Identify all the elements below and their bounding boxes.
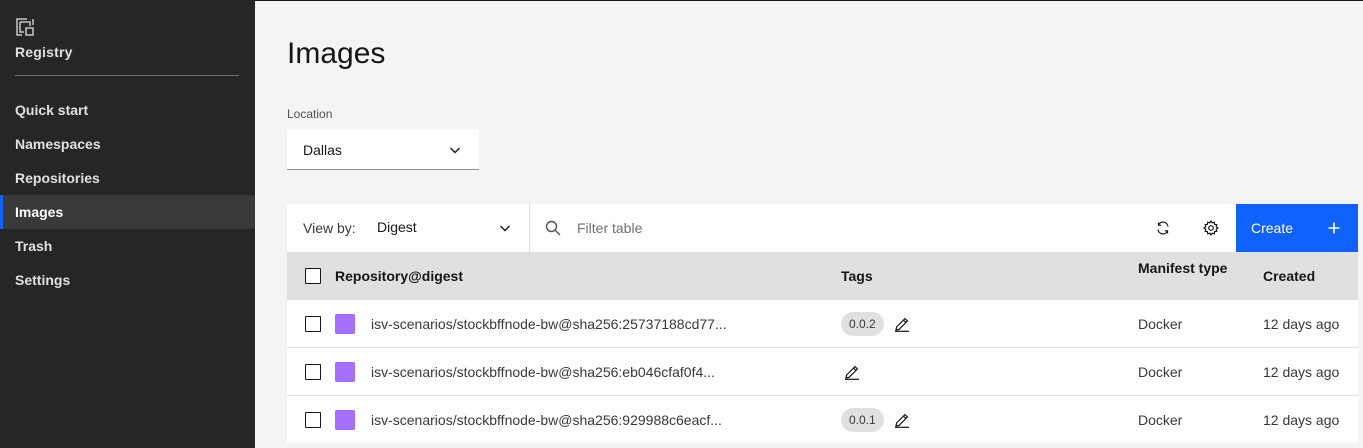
table-settings-button[interactable] <box>1187 204 1235 252</box>
search-icon <box>545 220 561 236</box>
sidebar-item-settings[interactable]: Settings <box>0 263 255 297</box>
manifest-type: Docker <box>1138 316 1183 332</box>
repository-digest[interactable]: isv-scenarios/stockbffnode-bw@sha256:929… <box>371 412 722 428</box>
view-by-value: Digest <box>377 219 417 235</box>
edit-icon[interactable] <box>844 364 860 380</box>
select-all-checkbox[interactable] <box>305 268 321 284</box>
images-table: Repository@digest Tags Manifest type Cre… <box>287 252 1358 443</box>
repository-icon <box>335 314 355 334</box>
plus-icon <box>1328 222 1340 234</box>
location-dropdown[interactable]: Dallas <box>287 129 479 170</box>
chevron-down-icon <box>500 225 510 232</box>
repository-digest[interactable]: isv-scenarios/stockbffnode-bw@sha256:257… <box>371 316 727 332</box>
column-header-tags[interactable]: Tags <box>841 268 873 284</box>
view-by-label: View by: <box>303 220 356 236</box>
repository-icon <box>335 410 355 430</box>
sidebar-item-trash[interactable]: Trash <box>0 229 255 263</box>
manifest-type: Docker <box>1138 412 1183 428</box>
gear-icon <box>1203 220 1219 236</box>
sidebar-item-namespaces[interactable]: Namespaces <box>0 127 255 161</box>
refresh-icon <box>1157 221 1169 235</box>
brand-label: Registry <box>15 44 73 60</box>
chevron-down-icon <box>450 147 460 154</box>
table-row[interactable]: isv-scenarios/stockbffnode-bw@sha256:929… <box>287 395 1358 443</box>
table-row[interactable]: isv-scenarios/stockbffnode-bw@sha256:257… <box>287 299 1358 347</box>
created-date: 12 days ago <box>1263 412 1340 428</box>
sidebar-item-repositories[interactable]: Repositories <box>0 161 255 195</box>
page-title: Images <box>287 37 386 70</box>
created-date: 12 days ago <box>1263 316 1340 332</box>
location-label: Location <box>287 107 333 121</box>
row-checkbox[interactable] <box>305 412 321 428</box>
toolbar-divider <box>529 204 530 252</box>
repository-icon <box>335 362 355 382</box>
row-checkbox[interactable] <box>305 364 321 380</box>
tag-badge: 0.0.2 <box>841 312 884 336</box>
filter-table-input[interactable] <box>569 212 1129 244</box>
row-checkbox[interactable] <box>305 316 321 332</box>
edit-icon[interactable] <box>894 316 910 332</box>
table-header: Repository@digest Tags Manifest type Cre… <box>287 252 1358 299</box>
manifest-type: Docker <box>1138 364 1183 380</box>
column-header-repository[interactable]: Repository@digest <box>335 268 463 284</box>
sidebar: Registry Quick start Namespaces Reposito… <box>0 0 255 448</box>
sidebar-item-quick-start[interactable]: Quick start <box>0 93 255 127</box>
divider <box>15 75 239 76</box>
repository-digest[interactable]: isv-scenarios/stockbffnode-bw@sha256:eb0… <box>371 364 715 380</box>
table-toolbar: View by: Digest Create <box>287 204 1358 252</box>
column-header-created[interactable]: Created <box>1263 268 1315 284</box>
table-row[interactable]: isv-scenarios/stockbffnode-bw@sha256:eb0… <box>287 347 1358 395</box>
location-value: Dallas <box>303 142 342 158</box>
column-header-manifest-type[interactable]: Manifest type <box>1138 261 1228 275</box>
sidebar-nav: Quick start Namespaces Repositories Imag… <box>0 93 255 297</box>
main-content: Images Location Dallas View by: Digest C… <box>255 0 1363 448</box>
create-button-label: Create <box>1251 220 1294 236</box>
view-by-dropdown[interactable]: Digest <box>367 204 529 252</box>
create-button[interactable]: Create <box>1236 204 1358 252</box>
sidebar-item-images[interactable]: Images <box>0 195 255 229</box>
created-date: 12 days ago <box>1263 364 1340 380</box>
refresh-button[interactable] <box>1139 204 1187 252</box>
edit-icon[interactable] <box>894 412 910 428</box>
registry-icon <box>16 18 34 36</box>
tag-badge: 0.0.1 <box>841 408 884 432</box>
